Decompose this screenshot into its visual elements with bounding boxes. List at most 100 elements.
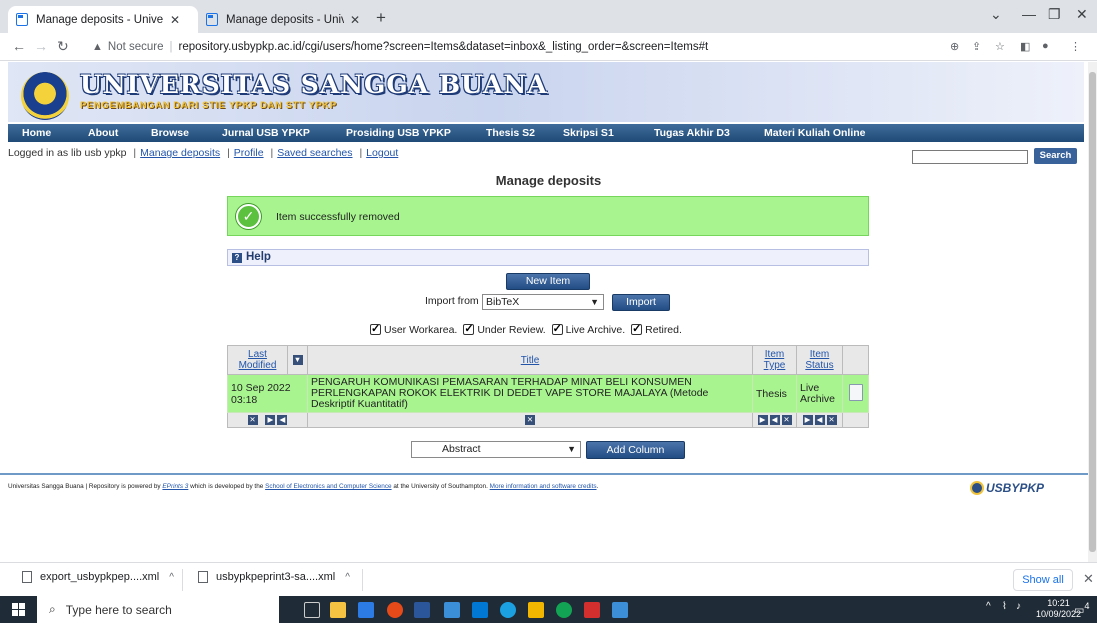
download-item[interactable]: export_usbypkpep....xml ^: [22, 571, 174, 583]
checkbox-icon[interactable]: [551, 322, 563, 335]
share-icon[interactable]: ⇪: [972, 40, 981, 53]
browser-tab[interactable]: Manage deposits - Universitas Sa ✕: [198, 6, 368, 33]
filter-retired[interactable]: Retired.: [631, 322, 682, 336]
remove-column-icon[interactable]: ✕: [826, 415, 837, 426]
menu-jurnal[interactable]: Jurnal USB YPKP: [222, 127, 310, 139]
search-input[interactable]: [912, 150, 1028, 164]
footer-logo[interactable]: USBYPKP: [970, 481, 1044, 495]
checkbox-icon[interactable]: [463, 322, 475, 335]
university-logo[interactable]: [21, 72, 69, 120]
menu-thesis-s2[interactable]: Thesis S2: [486, 127, 535, 139]
filter-under-review[interactable]: Under Review.: [463, 322, 546, 336]
link-manage-deposits[interactable]: Manage deposits: [140, 147, 220, 159]
menu-about[interactable]: About: [88, 127, 118, 139]
separator: |: [359, 147, 363, 159]
volume-icon[interactable]: ♪: [1016, 601, 1021, 612]
cell-item-type: Thesis: [752, 374, 797, 413]
move-left-icon[interactable]: ◀: [277, 415, 288, 426]
menu-prosiding[interactable]: Prosiding USB YPKP: [346, 127, 451, 139]
page-scrollbar[interactable]: [1088, 62, 1097, 562]
restore-icon[interactable]: ❐: [1048, 6, 1061, 23]
remove-column-icon[interactable]: ✕: [247, 415, 258, 426]
chevron-up-icon[interactable]: ^: [169, 572, 174, 583]
link-logout[interactable]: Logout: [366, 147, 398, 159]
checkbox-icon[interactable]: [631, 322, 643, 335]
store-icon[interactable]: [528, 602, 544, 618]
download-item[interactable]: usbypkpeprint3-sa....xml ^: [198, 571, 350, 583]
chrome-app-icon[interactable]: [556, 602, 572, 618]
link-ecs[interactable]: School of Electronics and Computer Scien…: [265, 483, 391, 490]
zoom-icon[interactable]: ⊕: [950, 40, 959, 53]
bookmark-star-icon[interactable]: ☆: [995, 40, 1005, 53]
chrome-icon[interactable]: [387, 602, 403, 618]
link-credits[interactable]: More information and software credits: [490, 483, 597, 490]
link-profile[interactable]: Profile: [234, 147, 264, 159]
menu-skripsi-s1[interactable]: Skripsi S1: [563, 127, 614, 139]
add-column-select[interactable]: Abstract ▼: [411, 441, 581, 458]
browser-tab-active[interactable]: Manage deposits - Universitas Sa ✕: [8, 6, 198, 33]
table-row[interactable]: 10 Sep 2022 03:18 PENGARUH KOMUNIKASI PE…: [227, 374, 869, 413]
filter-user-workarea[interactable]: User Workarea.: [370, 322, 457, 336]
mail-icon[interactable]: [472, 602, 488, 618]
browser-tab-bar: Manage deposits - Universitas Sa ✕ Manag…: [0, 0, 1097, 33]
tray-chevron-icon[interactable]: ^: [986, 601, 991, 612]
notification-icon[interactable]: ▭4: [1074, 601, 1090, 617]
app-icon[interactable]: [358, 602, 374, 618]
close-tab-icon[interactable]: ✕: [170, 13, 180, 27]
menu-browse[interactable]: Browse: [151, 127, 189, 139]
taskbar-search[interactable]: ⌕ Type here to search: [37, 596, 279, 623]
import-button[interactable]: Import: [612, 294, 670, 311]
menu-dots-icon[interactable]: ⋮: [1070, 40, 1081, 53]
search-button[interactable]: Search: [1034, 148, 1077, 164]
close-tab-icon[interactable]: ✕: [350, 13, 360, 27]
move-right-icon[interactable]: ▶: [265, 415, 276, 426]
network-icon[interactable]: ⌇: [1002, 601, 1007, 612]
profile-icon[interactable]: ●: [1042, 40, 1049, 52]
back-icon[interactable]: ←: [12, 38, 26, 54]
header-last-modified[interactable]: Last Modified: [227, 345, 288, 375]
link-eprints[interactable]: EPrints 3: [162, 483, 188, 490]
move-left-icon[interactable]: ◀: [814, 415, 825, 426]
chevron-down-icon: ▼: [590, 297, 599, 307]
chevron-up-icon[interactable]: ^: [345, 572, 350, 583]
task-view-icon[interactable]: [304, 602, 320, 618]
remove-column-icon[interactable]: ✕: [525, 415, 535, 426]
remove-column-icon[interactable]: ✕: [781, 415, 792, 426]
header-title[interactable]: Title: [307, 345, 753, 375]
move-right-icon[interactable]: ▶: [802, 415, 813, 426]
import-format-select[interactable]: BibTeX ▼: [482, 294, 604, 310]
checkbox-icon[interactable]: [370, 322, 381, 335]
sort-icon[interactable]: ▼: [287, 345, 308, 375]
minimize-icon[interactable]: —: [1022, 6, 1036, 22]
filter-live-archive[interactable]: Live Archive.: [551, 322, 625, 336]
forward-icon[interactable]: →: [34, 38, 48, 54]
file-explorer-icon[interactable]: [330, 602, 346, 618]
menu-tugas-akhir[interactable]: Tugas Akhir D3: [654, 127, 730, 139]
edge-icon[interactable]: [500, 602, 516, 618]
sidepanel-icon[interactable]: ◧: [1020, 40, 1030, 53]
camera-icon[interactable]: [444, 602, 460, 618]
menu-home[interactable]: Home: [22, 127, 51, 139]
show-all-button[interactable]: Show all: [1013, 569, 1073, 591]
photos-icon[interactable]: [612, 602, 628, 618]
tab-search-icon[interactable]: ⌄: [990, 6, 1002, 23]
new-tab-icon[interactable]: +: [376, 8, 386, 28]
scrollbar-thumb[interactable]: [1089, 72, 1096, 552]
new-item-button[interactable]: New Item: [506, 273, 590, 290]
add-column-button[interactable]: Add Column: [586, 441, 685, 459]
close-window-icon[interactable]: ✕: [1076, 6, 1088, 23]
address-bar[interactable]: ▲ Not secure | repository.usbypkp.ac.id/…: [92, 36, 942, 58]
link-saved-searches[interactable]: Saved searches: [277, 147, 352, 159]
word-icon[interactable]: [414, 602, 430, 618]
move-left-icon[interactable]: ◀: [769, 415, 780, 426]
move-right-icon[interactable]: ▶: [757, 415, 768, 426]
header-item-type[interactable]: Item Type: [752, 345, 797, 375]
view-item-icon[interactable]: [842, 374, 869, 413]
windows-start-icon[interactable]: [12, 603, 25, 616]
menu-materi-kuliah[interactable]: Materi Kuliah Online: [764, 127, 866, 139]
reload-icon[interactable]: ↻: [57, 38, 69, 55]
close-downloads-icon[interactable]: ✕: [1083, 571, 1094, 587]
help-toggle[interactable]: ? Help: [227, 249, 869, 266]
header-item-status[interactable]: Item Status: [796, 345, 843, 375]
acrobat-icon[interactable]: [584, 602, 600, 618]
